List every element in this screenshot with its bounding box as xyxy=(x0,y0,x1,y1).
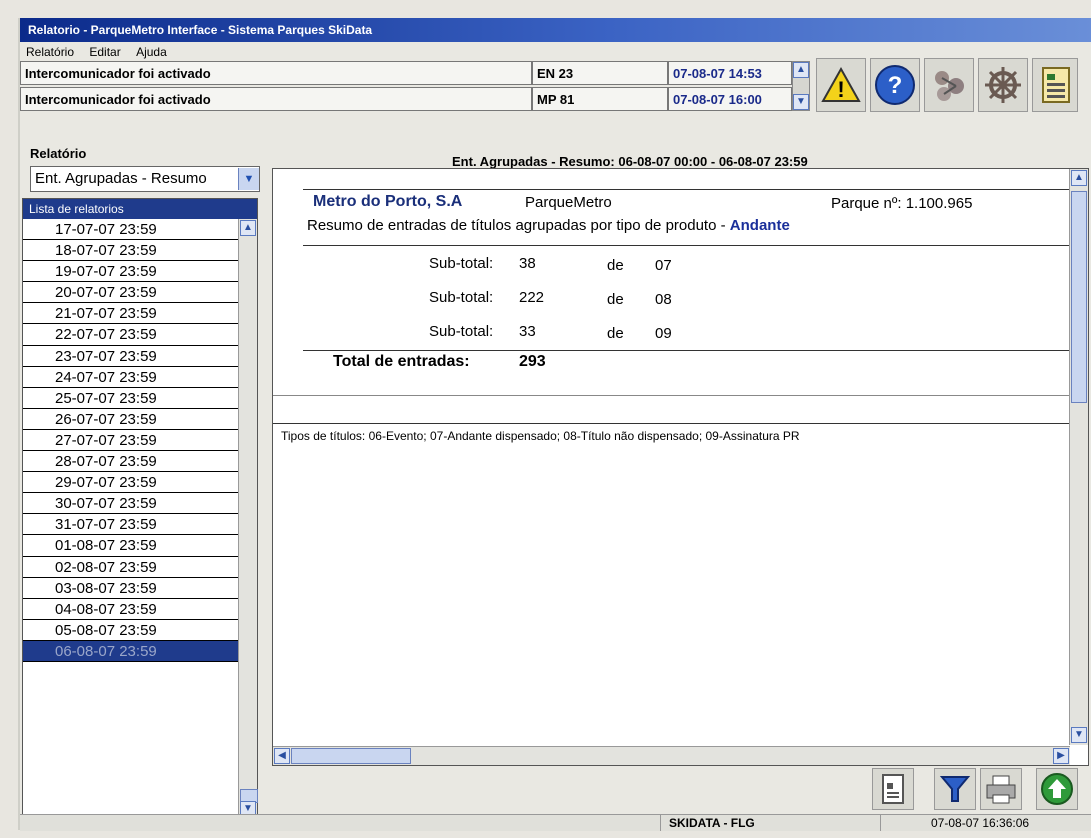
list-item[interactable]: 01-08-07 23:59 xyxy=(23,535,239,557)
upload-icon xyxy=(1041,773,1073,805)
list-item[interactable]: 21-07-07 23:59 xyxy=(23,303,239,325)
report-label: Relatório xyxy=(30,146,87,161)
list-item[interactable]: 27-07-07 23:59 xyxy=(23,430,239,452)
warning-icon: ! xyxy=(821,66,861,102)
svg-text:?: ? xyxy=(888,72,903,99)
printer-icon xyxy=(986,775,1016,804)
subtotal-de: de xyxy=(607,325,624,342)
list-item[interactable]: 18-07-07 23:59 xyxy=(23,240,239,262)
report-select[interactable]: Ent. Agrupadas - Resumo ▼ xyxy=(30,166,260,192)
menu-ajuda[interactable]: Ajuda xyxy=(136,45,167,59)
list-item[interactable]: 23-07-07 23:59 xyxy=(23,346,239,367)
total-value: 293 xyxy=(519,353,546,370)
status-datetime: 07-08-07 16:36:06 xyxy=(880,815,1091,831)
print-button[interactable] xyxy=(980,768,1022,810)
upload-button[interactable] xyxy=(1036,768,1078,810)
legend-text: Tipos de títulos: 06-Evento; 07-Andante … xyxy=(281,429,800,443)
subtotal-de: de xyxy=(607,257,624,274)
report-list-header: Lista de relatorios xyxy=(23,199,257,219)
product-name: Andante xyxy=(729,217,790,234)
subtotal-code: 08 xyxy=(655,291,672,308)
status-system: SKIDATA - FLG xyxy=(660,815,880,831)
list-item[interactable]: 22-07-07 23:59 xyxy=(23,324,239,346)
report-list-scrollbar[interactable]: ▲ ▼ xyxy=(238,219,258,819)
alarm-message: Intercomunicador foi activado xyxy=(20,87,532,111)
list-item[interactable]: 03-08-07 23:59 xyxy=(23,578,239,599)
menu-editar[interactable]: Editar xyxy=(89,45,120,59)
company-name: Metro do Porto, S.A xyxy=(313,193,463,210)
scroll-down-icon[interactable]: ▼ xyxy=(1071,727,1087,743)
alarm-datetime: 07-08-07 16:00 xyxy=(668,87,792,111)
list-item[interactable]: 29-07-07 23:59 xyxy=(23,472,239,494)
report-subtitle: Resumo de entradas de títulos agrupadas … xyxy=(307,217,790,234)
park-number: Parque nº: 1.100.965 xyxy=(831,195,973,212)
subtotal-value: 222 xyxy=(519,289,545,306)
alarm-scrollbar[interactable]: ▲ ▼ xyxy=(792,61,810,111)
document-icon xyxy=(882,774,904,804)
reports-button[interactable] xyxy=(1032,58,1078,112)
status-bar: SKIDATA - FLG 07-08-07 16:36:06 xyxy=(20,814,1091,831)
report-list-items: 17-07-07 23:59 18-07-07 23:59 19-07-07 23:… xyxy=(23,219,257,662)
alarm-datetime: 07-08-07 14:53 xyxy=(668,61,792,85)
help-icon: ? xyxy=(875,65,915,105)
window-title: Relatorio - ParqueMetro Interface - Sist… xyxy=(20,18,1091,42)
filter-button[interactable] xyxy=(934,768,976,810)
alarm-device: EN 23 xyxy=(532,61,668,85)
scroll-left-icon[interactable]: ◀ xyxy=(274,748,290,764)
svg-text:!: ! xyxy=(837,77,844,102)
list-item[interactable]: 25-07-07 23:59 xyxy=(23,388,239,409)
list-item[interactable]: 05-08-07 23:59 xyxy=(23,620,239,641)
scroll-up-icon[interactable]: ▲ xyxy=(793,62,809,78)
scroll-thumb[interactable] xyxy=(291,748,411,764)
report-heading: Ent. Agrupadas - Resumo: 06-08-07 00:00 … xyxy=(452,154,808,169)
system-name: ParqueMetro xyxy=(525,194,612,211)
alarm-row[interactable]: Intercomunicador foi activado MP 81 07-0… xyxy=(20,87,810,113)
network-button[interactable] xyxy=(924,58,974,112)
list-item[interactable]: 04-08-07 23:59 xyxy=(23,599,239,620)
chevron-down-icon[interactable]: ▼ xyxy=(238,168,259,190)
report-view: Metro do Porto, S.A ParqueMetro Parque n… xyxy=(272,168,1089,766)
subtotal-de: de xyxy=(607,291,624,308)
subtotal-value: 38 xyxy=(519,255,536,272)
report-hscrollbar[interactable]: ◀ ▶ xyxy=(273,746,1070,765)
settings-wheel-icon xyxy=(985,67,1021,103)
list-item[interactable]: 30-07-07 23:59 xyxy=(23,493,239,515)
list-item[interactable]: 28-07-07 23:59 xyxy=(23,451,239,473)
filter-icon xyxy=(939,776,971,802)
scroll-up-icon[interactable]: ▲ xyxy=(1071,170,1087,186)
report-vscrollbar[interactable]: ▲ ▼ xyxy=(1069,169,1088,745)
settings-button[interactable] xyxy=(978,58,1028,112)
alarm-device: MP 81 xyxy=(532,87,668,111)
report-list: Lista de relatorios 17-07-07 23:59 18-07-… xyxy=(22,198,258,820)
list-item[interactable]: 31-07-07 23:59 xyxy=(23,514,239,536)
subtotal-value: 33 xyxy=(519,323,536,340)
alarm-message: Intercomunicador foi activado xyxy=(20,61,532,85)
scroll-thumb[interactable] xyxy=(1071,191,1087,403)
help-button[interactable]: ? xyxy=(870,58,920,112)
list-item[interactable]: 19-07-07 23:59 xyxy=(23,261,239,283)
network-icon xyxy=(935,71,964,101)
subtotal-code: 09 xyxy=(655,325,672,342)
app-window: Relatorio - ParqueMetro Interface - Sist… xyxy=(18,18,1091,831)
preview-button[interactable] xyxy=(872,768,914,810)
scroll-down-icon[interactable]: ▼ xyxy=(793,94,809,110)
menu-relatorio[interactable]: Relatório xyxy=(26,45,74,59)
report-select-value: Ent. Agrupadas - Resumo xyxy=(35,170,207,187)
total-label: Total de entradas: xyxy=(333,353,470,370)
list-item[interactable]: 17-07-07 23:59 xyxy=(23,219,239,241)
subtotal-label: Sub-total: xyxy=(429,289,494,306)
subtotal-label: Sub-total: xyxy=(429,323,494,340)
scroll-right-icon[interactable]: ▶ xyxy=(1053,748,1069,764)
list-item[interactable]: 24-07-07 23:59 xyxy=(23,367,239,388)
list-item[interactable]: 02-08-07 23:59 xyxy=(23,557,239,578)
list-item[interactable]: 06-08-07 23:59 xyxy=(23,640,239,662)
subtotal-code: 07 xyxy=(655,257,672,274)
reports-icon xyxy=(1042,67,1070,103)
list-item[interactable]: 26-07-07 23:59 xyxy=(23,409,239,430)
scroll-up-icon[interactable]: ▲ xyxy=(240,220,256,236)
list-item[interactable]: 20-07-07 23:59 xyxy=(23,282,239,304)
subtotal-label: Sub-total: xyxy=(429,255,494,272)
alarm-row[interactable]: Intercomunicador foi activado EN 23 07-0… xyxy=(20,61,810,87)
warning-button[interactable]: ! xyxy=(816,58,866,112)
